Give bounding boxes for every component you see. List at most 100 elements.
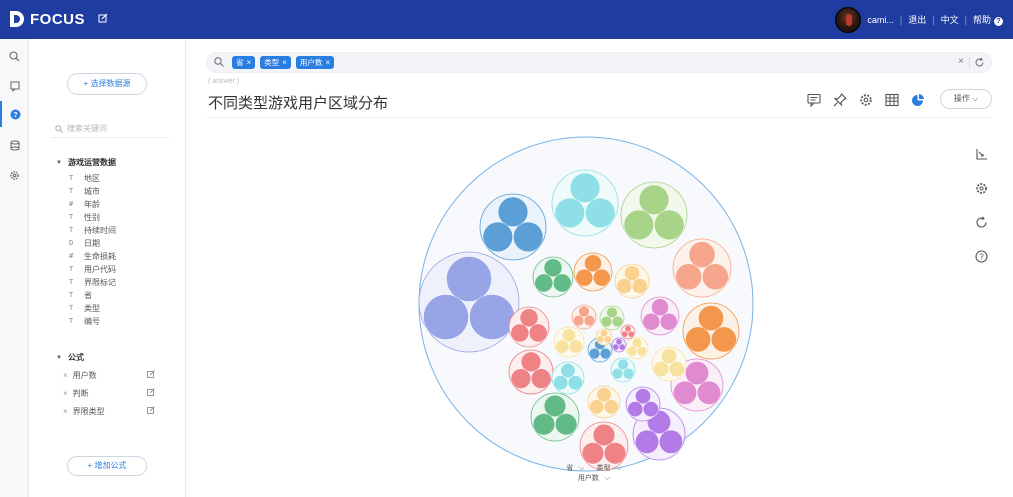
comment-button[interactable] [806, 92, 822, 108]
leaf-circle[interactable] [482, 221, 513, 253]
leaf-circle[interactable] [554, 413, 578, 436]
leaf-circle[interactable] [618, 343, 626, 351]
leaf-circle[interactable] [688, 241, 716, 269]
leaf-circle[interactable] [600, 315, 613, 328]
field-item[interactable]: # 年龄 [69, 198, 100, 210]
leaf-circle[interactable] [659, 312, 678, 331]
settings-button[interactable] [858, 92, 874, 108]
field-search[interactable]: 搜索关键词 [55, 123, 107, 134]
leaf-circle[interactable] [589, 399, 605, 415]
pin-button[interactable] [832, 92, 848, 108]
leaf-circle[interactable] [469, 294, 515, 340]
leaf-circle[interactable] [622, 367, 635, 380]
leaf-circle[interactable] [698, 305, 724, 332]
leaf-circle[interactable] [592, 268, 611, 287]
leaf-circle[interactable] [528, 323, 548, 343]
leaf-circle[interactable] [701, 263, 729, 291]
leaf-circle[interactable] [423, 294, 469, 340]
chart-settings-button[interactable] [970, 177, 992, 199]
logout-link[interactable]: 退出 [908, 13, 926, 26]
leaf-circle[interactable] [497, 196, 529, 227]
leaf-circle[interactable] [651, 298, 669, 317]
leaf-circle[interactable] [513, 221, 544, 253]
table-view-button[interactable] [884, 92, 900, 108]
leaf-circle[interactable] [624, 265, 640, 282]
leaf-circle[interactable] [626, 346, 638, 357]
leaf-circle[interactable] [581, 442, 605, 465]
leaf-circle[interactable] [654, 209, 685, 241]
field-item[interactable]: # 生命损耗 [69, 250, 116, 262]
leaf-circle[interactable] [584, 254, 602, 273]
leaf-circle[interactable] [611, 315, 624, 328]
refresh-icon[interactable] [974, 57, 985, 68]
leaf-circle[interactable] [596, 335, 605, 344]
rail-search[interactable] [0, 43, 29, 69]
leaf-circle[interactable] [636, 346, 648, 357]
leaf-circle[interactable] [554, 197, 585, 229]
leaf-circle[interactable] [623, 209, 654, 241]
leaf-circle[interactable] [611, 367, 624, 380]
edit-icon[interactable] [147, 406, 155, 414]
leaf-circle[interactable] [612, 343, 620, 351]
rail-bookmark[interactable] [0, 73, 29, 99]
leaf-circle[interactable] [588, 347, 601, 360]
refresh-button[interactable] [970, 211, 992, 233]
leaf-circle[interactable] [696, 380, 721, 405]
choose-datasource-button[interactable]: + 选择数据源 [67, 73, 147, 95]
dim-users[interactable]: 用户数 ⌵ [574, 475, 610, 482]
rail-settings[interactable] [0, 162, 29, 188]
rail-database[interactable] [0, 132, 29, 158]
leaf-circle[interactable] [532, 413, 556, 436]
axis-button[interactable] [970, 143, 992, 165]
help-link[interactable]: 帮助? [973, 13, 1003, 26]
leaf-circle[interactable] [668, 361, 685, 378]
leaf-circle[interactable] [510, 323, 530, 343]
leaf-circle[interactable] [603, 399, 619, 415]
leaf-circle[interactable] [616, 278, 633, 295]
circle-pack-chart[interactable] [416, 134, 756, 474]
leaf-circle[interactable] [519, 308, 539, 328]
leaf-circle[interactable] [635, 429, 660, 454]
field-item[interactable]: T 性别 [69, 211, 100, 223]
field-item[interactable]: T 城市 [69, 185, 100, 197]
close-icon[interactable]: × [325, 58, 330, 67]
app-logo[interactable]: FOCUS [8, 9, 85, 29]
field-item[interactable]: T 编号 [69, 315, 100, 327]
leaf-circle[interactable] [603, 335, 612, 344]
leaf-circle[interactable] [543, 258, 563, 278]
leaf-circle[interactable] [585, 197, 616, 229]
leaf-circle[interactable] [603, 442, 627, 465]
group-formulas[interactable]: ▼ 公式 [56, 352, 84, 363]
leaf-circle[interactable] [621, 330, 629, 338]
formula-item[interactable]: × 判断 [63, 387, 155, 399]
leaf-circle[interactable] [653, 361, 670, 378]
language-link[interactable]: 中文 [941, 13, 959, 26]
leaf-circle[interactable] [627, 401, 644, 418]
search-tag[interactable]: 省 × [232, 56, 256, 69]
leaf-circle[interactable] [553, 375, 569, 391]
search-bar[interactable]: 省 × 类型 × 用户数 × × [206, 52, 992, 73]
leaf-circle[interactable] [567, 375, 583, 391]
leaf-circle[interactable] [684, 361, 709, 386]
search-tag[interactable]: 类型 × [260, 56, 291, 69]
leaf-circle[interactable] [592, 423, 616, 447]
field-item[interactable]: D 日期 [69, 237, 100, 249]
leaf-circle[interactable] [572, 314, 585, 327]
leaf-circle[interactable] [575, 268, 594, 287]
leaf-circle[interactable] [635, 388, 651, 405]
close-icon[interactable]: × [282, 58, 287, 67]
edit-icon[interactable] [98, 13, 108, 23]
add-formula-button[interactable]: + 增加公式 [67, 456, 147, 476]
leaf-circle[interactable] [661, 348, 677, 365]
username[interactable]: cami... [867, 15, 894, 25]
leaf-circle[interactable] [642, 312, 661, 331]
edit-icon[interactable] [147, 388, 155, 396]
leaf-circle[interactable] [555, 339, 570, 354]
leaf-circle[interactable] [583, 314, 596, 327]
chart-type-button[interactable] [910, 92, 926, 108]
field-item[interactable]: T 用户代码 [69, 263, 116, 275]
leaf-circle[interactable] [631, 278, 648, 295]
leaf-circle[interactable] [520, 351, 542, 373]
group-game-data[interactable]: ▼ 游戏运营数据 [56, 157, 116, 168]
leaf-circle[interactable] [543, 394, 567, 418]
